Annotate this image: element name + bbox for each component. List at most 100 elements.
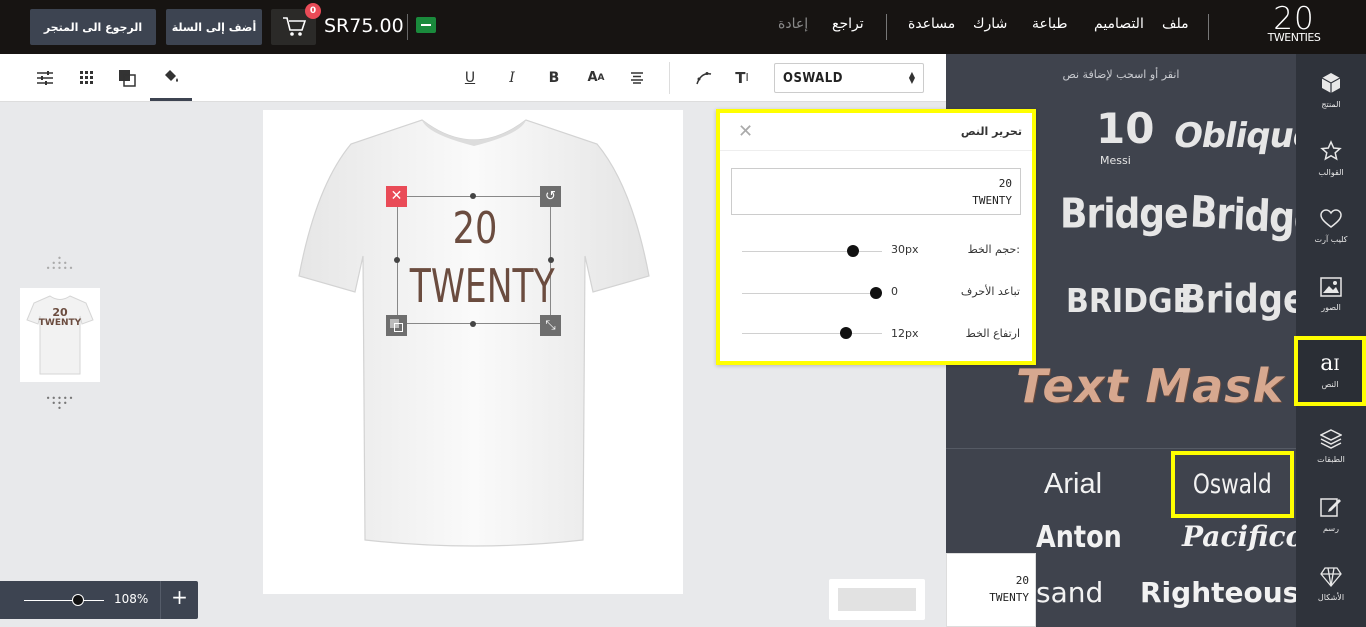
pencil-icon xyxy=(1320,497,1341,517)
italic-icon[interactable]: I xyxy=(492,54,532,101)
saudi-flag-icon[interactable] xyxy=(416,17,436,33)
text-tool-icon: aI xyxy=(1320,351,1340,376)
redo-button[interactable]: إعادة xyxy=(778,16,808,32)
star-icon xyxy=(1320,139,1342,161)
grid-icon[interactable] xyxy=(67,54,107,101)
sidebar-item-layers[interactable]: الطبقات xyxy=(1296,412,1366,480)
cube-icon xyxy=(1321,72,1341,93)
text-preview-input[interactable]: 20 TWENTY xyxy=(946,553,1036,627)
popup-title: تحرير النص xyxy=(960,125,1022,138)
popup-text-input[interactable]: 20 TWENTY xyxy=(731,168,1021,215)
rotate-handle-icon[interactable]: ↺ xyxy=(540,186,561,207)
fill-icon[interactable] xyxy=(150,54,192,101)
menu-print[interactable]: طباعة xyxy=(1032,16,1068,32)
sidebar-item-shapes[interactable]: الأشكال xyxy=(1296,550,1366,618)
divider xyxy=(407,14,408,40)
text-style-bridge-1[interactable]: Bridge xyxy=(1060,191,1188,238)
text-style-oblique[interactable]: Oblique xyxy=(1170,116,1296,156)
line-height-value: 12px xyxy=(891,327,919,340)
divider xyxy=(1208,14,1209,40)
font-option-pacifico[interactable]: Pacifico xyxy=(1182,520,1304,553)
sidebar-item-label: كليب آرت xyxy=(1314,234,1348,244)
font-option-arial[interactable]: Arial xyxy=(1044,468,1102,501)
top-bar: 20 TWENTIES ملف التصاميم طباعة شارك مساع… xyxy=(0,0,1366,54)
zoom-in-button[interactable]: + xyxy=(161,585,198,615)
font-option-quicksand[interactable]: sand xyxy=(1036,576,1103,609)
letter-spacing-value: 0 xyxy=(891,285,898,298)
popup-header: ✕ تحرير النص xyxy=(720,113,1032,151)
font-option-oswald-label: Oswald xyxy=(1193,469,1272,500)
handle-right[interactable] xyxy=(548,257,554,263)
page-up-dots-icon[interactable]: • ••• ••••• xyxy=(44,255,76,273)
align-icon[interactable] xyxy=(617,54,657,101)
sidebar-item-images[interactable]: الصور xyxy=(1296,260,1366,328)
add-to-cart-button[interactable]: أضف إلى السلة xyxy=(166,9,262,45)
handle-top[interactable] xyxy=(470,193,476,199)
layers-icon xyxy=(1320,428,1342,449)
sidebar-item-draw[interactable]: رسم xyxy=(1296,480,1366,548)
line-height-knob[interactable] xyxy=(839,327,852,339)
text-style-messi-label[interactable]: Messi xyxy=(1100,154,1131,167)
sidebar-item-templates[interactable]: القوالب xyxy=(1296,124,1366,192)
font-size-knob[interactable] xyxy=(846,245,859,257)
text-style-messi-number[interactable]: 10 xyxy=(1096,104,1154,153)
bold-icon[interactable]: B xyxy=(534,54,574,101)
design-canvas[interactable]: 20 TWENTY ✕ ↺ ⤡ xyxy=(263,110,683,594)
logo[interactable]: 20 TWENTIES xyxy=(1262,4,1326,50)
menu-help[interactable]: مساعدة xyxy=(908,16,955,32)
underline-icon[interactable]: U xyxy=(450,54,490,101)
font-select[interactable]: OSWALD ▲ ▼ xyxy=(774,63,924,93)
text-style-bridge-caps[interactable]: BRIDGE xyxy=(1066,282,1193,321)
divider xyxy=(886,14,887,40)
thumb-line-2: TWENTY xyxy=(38,318,82,328)
font-option-righteous[interactable]: Righteous xyxy=(1140,576,1299,609)
image-icon xyxy=(1320,276,1342,297)
sidebar-item-text[interactable]: aI النص xyxy=(1294,336,1366,406)
line-height-label: ارتفاع الخط xyxy=(965,327,1020,340)
minimap-viewport[interactable] xyxy=(838,588,916,611)
close-icon[interactable]: ✕ xyxy=(738,121,753,142)
page-down-dots-icon[interactable]: ••••• ••• • xyxy=(44,395,76,413)
logo-number: 20 xyxy=(1273,1,1315,37)
font-option-oswald[interactable]: Oswald xyxy=(1171,451,1294,518)
zoom-slider[interactable] xyxy=(24,594,104,606)
delete-handle-icon[interactable]: ✕ xyxy=(386,186,407,207)
text-icon[interactable]: TI xyxy=(722,54,762,101)
letter-spacing-knob[interactable] xyxy=(870,287,883,299)
curve-text-icon[interactable] xyxy=(684,54,724,101)
preview-line-1: 20 xyxy=(1015,574,1029,587)
letter-spacing-slider[interactable] xyxy=(742,287,883,299)
menu-share[interactable]: شارك xyxy=(973,16,1007,32)
layer-handle-icon[interactable] xyxy=(386,315,407,336)
line-height-slider[interactable] xyxy=(742,327,882,339)
color-square-icon[interactable] xyxy=(107,54,147,101)
menu-designs[interactable]: التصاميم xyxy=(1094,16,1144,32)
selection-box[interactable]: 20 TWENTY xyxy=(397,196,555,324)
minimap[interactable] xyxy=(829,579,925,620)
sidebar-item-clipart[interactable]: كليب آرت xyxy=(1296,192,1366,260)
popup-text-line-1: 20 xyxy=(998,177,1012,190)
text-style-bridge-3[interactable]: Bridge xyxy=(1180,277,1296,323)
handle-bottom[interactable] xyxy=(470,321,476,327)
sliders-icon[interactable] xyxy=(25,54,65,101)
text-style-text-mask[interactable]: Text Mask xyxy=(1016,359,1284,413)
undo-button[interactable]: تراجع xyxy=(832,16,864,32)
handle-left[interactable] xyxy=(394,257,400,263)
back-to-store-button[interactable]: الرجوع الى المتجر xyxy=(30,9,156,45)
menu-file[interactable]: ملف xyxy=(1162,16,1189,32)
zoom-bar: 108% + xyxy=(0,581,198,619)
page-thumbnail[interactable]: 20 TWENTY xyxy=(20,288,100,382)
font-size-slider[interactable] xyxy=(742,245,882,257)
zoom-value: 108% xyxy=(114,592,149,606)
font-option-anton[interactable]: Anton xyxy=(1036,520,1122,555)
panel-hint: انقر أو اسحب لإضافة نص xyxy=(1062,68,1180,81)
zoom-knob[interactable] xyxy=(72,594,85,606)
resize-handle-icon[interactable]: ⤡ xyxy=(540,315,561,336)
sidebar-item-product[interactable]: المنتج xyxy=(1296,56,1366,124)
sidebar-item-label: المنتج xyxy=(1321,99,1341,109)
sidebar-item-label: الصور xyxy=(1321,302,1341,312)
text-style-bridge-2[interactable]: Bridge xyxy=(1189,188,1296,245)
preview-line-2: TWENTY xyxy=(989,591,1029,604)
font-size-icon[interactable]: AA xyxy=(576,54,616,101)
font-size-value: 30px xyxy=(891,243,919,256)
